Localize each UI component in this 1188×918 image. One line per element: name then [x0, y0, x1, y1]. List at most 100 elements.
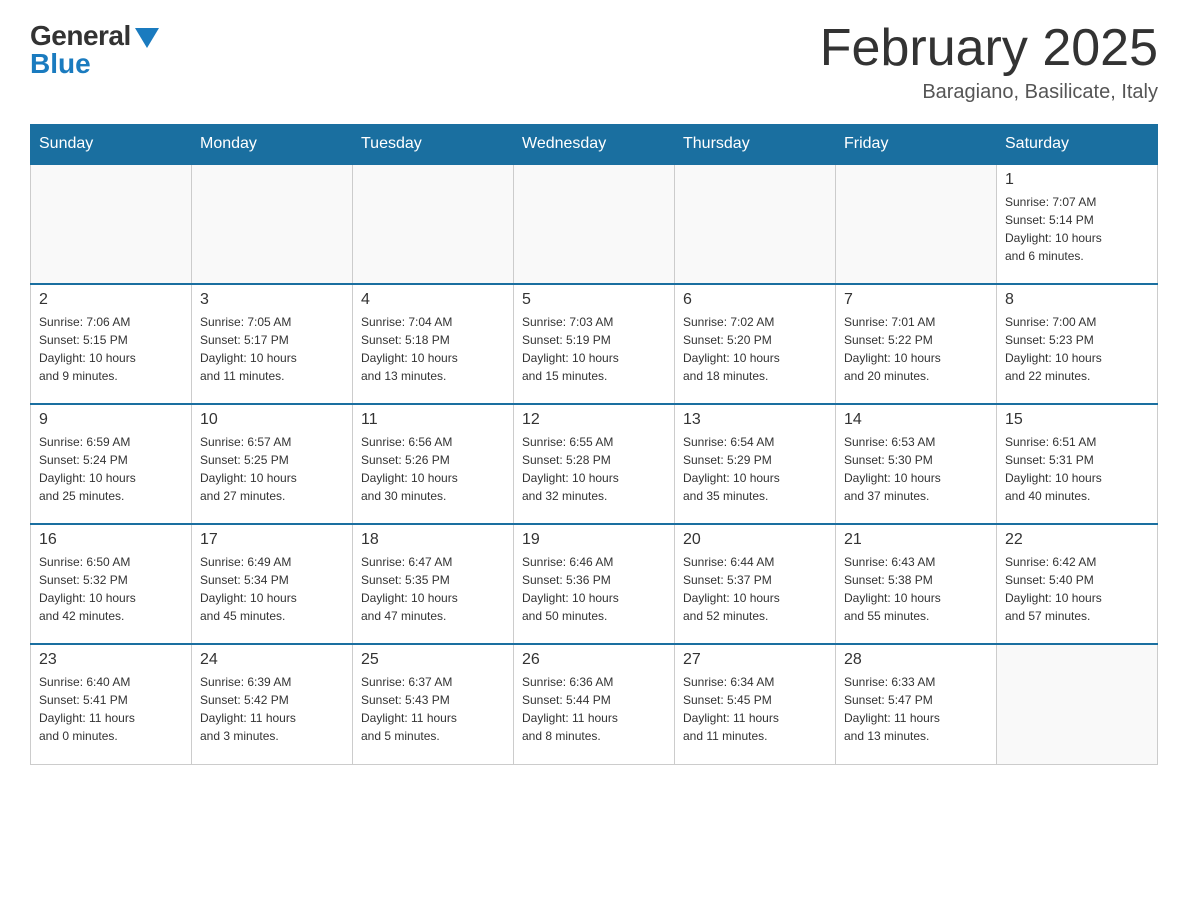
- day-number: 2: [39, 291, 183, 309]
- calendar-cell: 27 Sunrise: 6:34 AMSunset: 5:45 PMDayligh…: [675, 644, 836, 764]
- month-title: February 2025: [820, 20, 1158, 77]
- day-number: 3: [200, 291, 344, 309]
- calendar-cell: 16 Sunrise: 6:50 AMSunset: 5:32 PMDayligh…: [31, 524, 192, 644]
- day-number: 16: [39, 531, 183, 549]
- calendar-cell: [353, 164, 514, 284]
- day-number: 15: [1005, 411, 1149, 429]
- calendar-cell: [514, 164, 675, 284]
- day-info: Sunrise: 6:44 AMSunset: 5:37 PMDaylight:…: [683, 553, 827, 625]
- day-info: Sunrise: 7:06 AMSunset: 5:15 PMDaylight:…: [39, 313, 183, 385]
- calendar-cell: 6 Sunrise: 7:02 AMSunset: 5:20 PMDaylight…: [675, 284, 836, 404]
- calendar-header: SundayMondayTuesdayWednesdayThursdayFrid…: [31, 125, 1158, 165]
- calendar-cell: 22 Sunrise: 6:42 AMSunset: 5:40 PMDayligh…: [997, 524, 1158, 644]
- calendar-cell: 11 Sunrise: 6:56 AMSunset: 5:26 PMDayligh…: [353, 404, 514, 524]
- calendar-cell: 14 Sunrise: 6:53 AMSunset: 5:30 PMDayligh…: [836, 404, 997, 524]
- day-number: 9: [39, 411, 183, 429]
- day-info: Sunrise: 7:02 AMSunset: 5:20 PMDaylight:…: [683, 313, 827, 385]
- day-number: 19: [522, 531, 666, 549]
- day-number: 17: [200, 531, 344, 549]
- calendar-week-2: 2 Sunrise: 7:06 AMSunset: 5:15 PMDaylight…: [31, 284, 1158, 404]
- calendar-cell: [675, 164, 836, 284]
- location-subtitle: Baragiano, Basilicate, Italy: [820, 81, 1158, 104]
- day-info: Sunrise: 7:05 AMSunset: 5:17 PMDaylight:…: [200, 313, 344, 385]
- day-number: 18: [361, 531, 505, 549]
- day-info: Sunrise: 6:51 AMSunset: 5:31 PMDaylight:…: [1005, 433, 1149, 505]
- weekday-header-monday: Monday: [192, 125, 353, 165]
- day-info: Sunrise: 6:36 AMSunset: 5:44 PMDaylight:…: [522, 673, 666, 745]
- calendar-cell: 9 Sunrise: 6:59 AMSunset: 5:24 PMDaylight…: [31, 404, 192, 524]
- day-number: 14: [844, 411, 988, 429]
- day-number: 13: [683, 411, 827, 429]
- calendar-cell: 26 Sunrise: 6:36 AMSunset: 5:44 PMDayligh…: [514, 644, 675, 764]
- day-info: Sunrise: 6:42 AMSunset: 5:40 PMDaylight:…: [1005, 553, 1149, 625]
- day-number: 10: [200, 411, 344, 429]
- day-number: 22: [1005, 531, 1149, 549]
- day-info: Sunrise: 7:04 AMSunset: 5:18 PMDaylight:…: [361, 313, 505, 385]
- calendar-cell: 10 Sunrise: 6:57 AMSunset: 5:25 PMDayligh…: [192, 404, 353, 524]
- title-area: February 2025 Baragiano, Basilicate, Ita…: [820, 20, 1158, 104]
- calendar-cell: 15 Sunrise: 6:51 AMSunset: 5:31 PMDayligh…: [997, 404, 1158, 524]
- calendar-cell: 21Sunrise: 6:43 AMSunset: 5:38 PMDayligh…: [836, 524, 997, 644]
- calendar-cell: 23Sunrise: 6:40 AMSunset: 5:41 PMDayligh…: [31, 644, 192, 764]
- day-info: Sunrise: 6:54 AMSunset: 5:29 PMDaylight:…: [683, 433, 827, 505]
- calendar-week-3: 9 Sunrise: 6:59 AMSunset: 5:24 PMDaylight…: [31, 404, 1158, 524]
- day-info: Sunrise: 6:59 AMSunset: 5:24 PMDaylight:…: [39, 433, 183, 505]
- calendar-cell: 13 Sunrise: 6:54 AMSunset: 5:29 PMDayligh…: [675, 404, 836, 524]
- logo-triangle-icon: [135, 28, 159, 48]
- calendar-week-1: 1 Sunrise: 7:07 AMSunset: 5:14 PMDaylight…: [31, 164, 1158, 284]
- day-number: 27: [683, 651, 827, 669]
- calendar-cell: [836, 164, 997, 284]
- calendar-cell: 17 Sunrise: 6:49 AMSunset: 5:34 PMDayligh…: [192, 524, 353, 644]
- day-number: 11: [361, 411, 505, 429]
- calendar-cell: 3 Sunrise: 7:05 AMSunset: 5:17 PMDaylight…: [192, 284, 353, 404]
- day-info: Sunrise: 6:40 AMSunset: 5:41 PMDaylight:…: [39, 673, 183, 745]
- weekday-header-wednesday: Wednesday: [514, 125, 675, 165]
- calendar-cell: 2 Sunrise: 7:06 AMSunset: 5:15 PMDaylight…: [31, 284, 192, 404]
- calendar-cell: 4 Sunrise: 7:04 AMSunset: 5:18 PMDaylight…: [353, 284, 514, 404]
- day-number: 12: [522, 411, 666, 429]
- weekday-header-friday: Friday: [836, 125, 997, 165]
- calendar-cell: 25Sunrise: 6:37 AMSunset: 5:43 PMDayligh…: [353, 644, 514, 764]
- calendar-week-4: 16 Sunrise: 6:50 AMSunset: 5:32 PMDayligh…: [31, 524, 1158, 644]
- calendar-cell: 1 Sunrise: 7:07 AMSunset: 5:14 PMDaylight…: [997, 164, 1158, 284]
- day-info: Sunrise: 6:57 AMSunset: 5:25 PMDaylight:…: [200, 433, 344, 505]
- day-info: Sunrise: 6:53 AMSunset: 5:30 PMDaylight:…: [844, 433, 988, 505]
- calendar-cell: 12 Sunrise: 6:55 AMSunset: 5:28 PMDayligh…: [514, 404, 675, 524]
- day-number: 5: [522, 291, 666, 309]
- calendar-cell: [192, 164, 353, 284]
- day-info: Sunrise: 6:56 AMSunset: 5:26 PMDaylight:…: [361, 433, 505, 505]
- day-number: 1: [1005, 171, 1149, 189]
- calendar-cell: 7Sunrise: 7:01 AMSunset: 5:22 PMDaylight…: [836, 284, 997, 404]
- day-number: 4: [361, 291, 505, 309]
- day-info: Sunrise: 6:50 AMSunset: 5:32 PMDaylight:…: [39, 553, 183, 625]
- calendar-cell: 19 Sunrise: 6:46 AMSunset: 5:36 PMDayligh…: [514, 524, 675, 644]
- day-number: 21: [844, 531, 988, 549]
- calendar-cell: 8Sunrise: 7:00 AMSunset: 5:23 PMDaylight…: [997, 284, 1158, 404]
- weekday-header-sunday: Sunday: [31, 125, 192, 165]
- day-info: Sunrise: 6:47 AMSunset: 5:35 PMDaylight:…: [361, 553, 505, 625]
- calendar-week-5: 23Sunrise: 6:40 AMSunset: 5:41 PMDayligh…: [31, 644, 1158, 764]
- day-info: Sunrise: 7:07 AMSunset: 5:14 PMDaylight:…: [1005, 193, 1149, 265]
- day-info: Sunrise: 6:49 AMSunset: 5:34 PMDaylight:…: [200, 553, 344, 625]
- day-info: Sunrise: 6:33 AMSunset: 5:47 PMDaylight:…: [844, 673, 988, 745]
- day-number: 24: [200, 651, 344, 669]
- day-info: Sunrise: 6:34 AMSunset: 5:45 PMDaylight:…: [683, 673, 827, 745]
- logo-blue-text: Blue: [30, 48, 91, 80]
- page-header: General Blue February 2025 Baragiano, Ba…: [30, 20, 1158, 104]
- day-number: 7: [844, 291, 988, 309]
- calendar-cell: 20 Sunrise: 6:44 AMSunset: 5:37 PMDayligh…: [675, 524, 836, 644]
- day-number: 6: [683, 291, 827, 309]
- day-number: 26: [522, 651, 666, 669]
- day-info: Sunrise: 6:46 AMSunset: 5:36 PMDaylight:…: [522, 553, 666, 625]
- weekday-header-tuesday: Tuesday: [353, 125, 514, 165]
- calendar-cell: [31, 164, 192, 284]
- weekday-header-saturday: Saturday: [997, 125, 1158, 165]
- calendar-cell: [997, 644, 1158, 764]
- day-info: Sunrise: 6:39 AMSunset: 5:42 PMDaylight:…: [200, 673, 344, 745]
- calendar-cell: 28 Sunrise: 6:33 AMSunset: 5:47 PMDayligh…: [836, 644, 997, 764]
- day-number: 28: [844, 651, 988, 669]
- day-info: Sunrise: 6:55 AMSunset: 5:28 PMDaylight:…: [522, 433, 666, 505]
- day-info: Sunrise: 6:37 AMSunset: 5:43 PMDaylight:…: [361, 673, 505, 745]
- day-number: 20: [683, 531, 827, 549]
- logo: General Blue: [30, 20, 159, 80]
